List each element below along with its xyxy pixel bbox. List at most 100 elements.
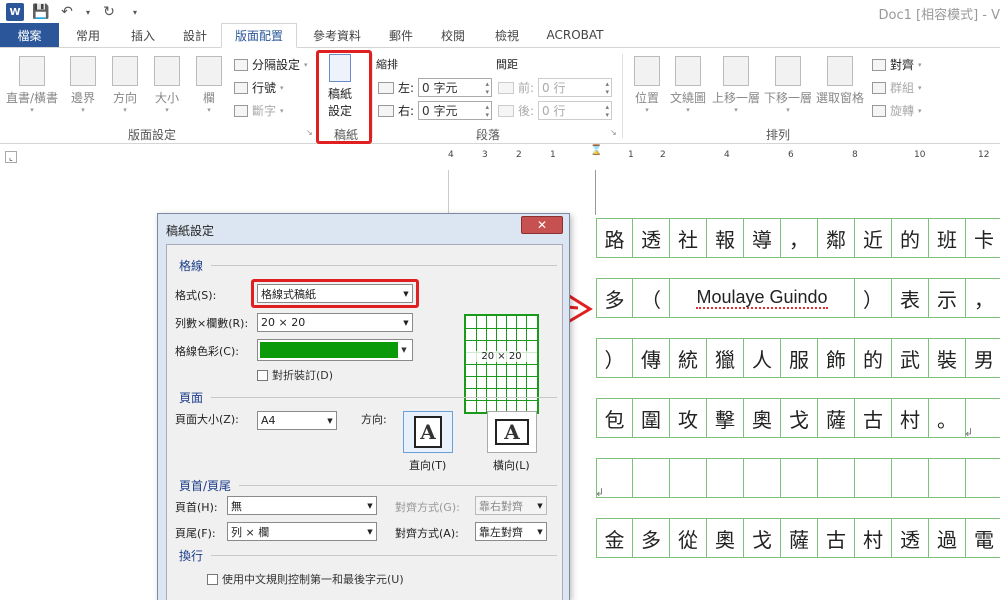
- grid-row[interactable]: [596, 458, 1000, 498]
- page-setup-launcher-icon[interactable]: ↘: [306, 128, 313, 137]
- grid-cell[interactable]: 表: [892, 279, 929, 317]
- grid-cell[interactable]: 報: [707, 219, 744, 257]
- grid-cell[interactable]: 飾: [818, 339, 855, 377]
- grid-cell[interactable]: [818, 459, 855, 497]
- text-direction-button[interactable]: 直書/橫書 ▾: [6, 56, 58, 114]
- undo-icon[interactable]: ↶: [58, 3, 76, 21]
- grid-cell[interactable]: 的: [855, 339, 892, 377]
- tab-references[interactable]: 參考資料: [297, 23, 377, 47]
- grid-cell[interactable]: 過: [929, 519, 966, 557]
- grid-cell[interactable]: 裝: [929, 339, 966, 377]
- grid-cell[interactable]: 近: [855, 219, 892, 257]
- grid-cell[interactable]: 社: [670, 219, 707, 257]
- spinner-arrows-icon[interactable]: ▴ ▾: [605, 80, 611, 96]
- grid-cell[interactable]: 導: [744, 219, 781, 257]
- grid-cell[interactable]: [966, 459, 1000, 497]
- horizontal-ruler[interactable]: 4 3 2 1 ⌛ 1 2 4 6 8 10 12: [448, 145, 1000, 163]
- latin-text-cell[interactable]: Moulaye Guindo: [670, 279, 855, 317]
- grid-cell[interactable]: [892, 459, 929, 497]
- grid-cell[interactable]: [670, 459, 707, 497]
- footer-align-select[interactable]: 靠左對齊 ▼: [475, 522, 547, 541]
- bring-forward-button[interactable]: 上移一層 ▾: [712, 56, 760, 114]
- grid-cell[interactable]: 服: [781, 339, 818, 377]
- group-button[interactable]: 群組 ▾: [872, 79, 922, 96]
- selection-pane-button[interactable]: 選取窗格: [816, 56, 864, 106]
- grid-cell[interactable]: 村: [892, 399, 929, 437]
- grid-cell[interactable]: 鄰: [818, 219, 855, 257]
- grid-cell[interactable]: 戈: [781, 399, 818, 437]
- grid-cell[interactable]: 男: [966, 339, 1000, 377]
- close-button[interactable]: ✕: [521, 216, 563, 234]
- grid-cell[interactable]: 金: [596, 519, 633, 557]
- grid-cell[interactable]: 奧: [707, 519, 744, 557]
- tab-view[interactable]: 檢視: [481, 23, 533, 47]
- spacing-before-input[interactable]: 0 行 ▴ ▾: [538, 78, 612, 97]
- grid-cell[interactable]: 獵: [707, 339, 744, 377]
- indent-right-input[interactable]: 0 字元 ▴ ▾: [418, 101, 492, 120]
- grid-cell[interactable]: 薩: [818, 399, 855, 437]
- save-icon[interactable]: 💾: [32, 3, 50, 21]
- rotate-button[interactable]: 旋轉 ▾: [872, 102, 922, 119]
- checkbox-box[interactable]: [207, 573, 218, 585]
- grid-cell[interactable]: [929, 459, 966, 497]
- grid-cell[interactable]: ，: [781, 219, 818, 257]
- grid-row[interactable]: ）傳統獵人服飾的武裝男: [596, 338, 1000, 378]
- indent-marker-icon[interactable]: ⌛: [590, 145, 602, 156]
- breaks-button[interactable]: 分隔設定 ▾: [234, 56, 308, 73]
- align-button[interactable]: 對齊 ▾: [872, 56, 922, 73]
- page-size-select[interactable]: A4 ▼: [257, 411, 337, 430]
- grid-cell[interactable]: 的: [892, 219, 929, 257]
- customize-qat-icon[interactable]: ▾: [126, 3, 144, 21]
- grid-color-picker[interactable]: ▼: [257, 339, 413, 361]
- grid-cell[interactable]: 村: [855, 519, 892, 557]
- grid-row[interactable]: 多（Moulaye Guindo）表示，一: [596, 278, 1000, 318]
- size-button[interactable]: 大小 ▾: [154, 56, 180, 114]
- columns-button[interactable]: 欄 ▾: [196, 56, 222, 114]
- paragraph-launcher-icon[interactable]: ↘: [610, 128, 617, 137]
- grid-cell[interactable]: （: [633, 279, 670, 317]
- spinner-arrows-icon[interactable]: ▴ ▾: [485, 103, 491, 119]
- grid-cell[interactable]: 透: [633, 219, 670, 257]
- grid-cell[interactable]: [707, 459, 744, 497]
- grid-cell[interactable]: 薩: [781, 519, 818, 557]
- grid-cell[interactable]: 多: [633, 519, 670, 557]
- word-logo-icon[interactable]: W: [6, 3, 24, 21]
- header-align-select[interactable]: 靠右對齊 ▼: [475, 496, 547, 515]
- spinner-arrows-icon[interactable]: ▴ ▾: [485, 80, 491, 96]
- orientation-button[interactable]: 方向 ▾: [112, 56, 138, 114]
- grid-cell[interactable]: ，: [966, 279, 1000, 317]
- redo-icon[interactable]: ↻: [100, 3, 118, 21]
- spacing-after-input[interactable]: 0 行 ▴ ▾: [538, 101, 612, 120]
- margins-button[interactable]: 邊界 ▾: [70, 56, 96, 114]
- rows-cols-select[interactable]: 20 × 20 ▼: [257, 313, 413, 332]
- grid-cell[interactable]: [855, 459, 892, 497]
- grid-cell[interactable]: 從: [670, 519, 707, 557]
- grid-cell[interactable]: 攻: [670, 399, 707, 437]
- grid-cell[interactable]: 戈: [744, 519, 781, 557]
- tab-acrobat[interactable]: ACROBAT: [533, 23, 617, 47]
- hyphenation-button[interactable]: 斷字 ▾: [234, 102, 284, 119]
- indent-left-input[interactable]: 0 字元 ▴ ▾: [418, 78, 492, 97]
- grid-cell[interactable]: 圍: [633, 399, 670, 437]
- grid-cell[interactable]: 卡: [966, 219, 1000, 257]
- grid-cell[interactable]: 電: [966, 519, 1000, 557]
- grid-cell[interactable]: 。: [929, 399, 966, 437]
- grid-cell[interactable]: 示: [929, 279, 966, 317]
- grid-row[interactable]: 金多從奧戈薩古村透過電: [596, 518, 1000, 558]
- grid-cell[interactable]: ）: [596, 339, 633, 377]
- grid-row[interactable]: 包圍攻擊奧戈薩古村。: [596, 398, 1000, 438]
- send-backward-button[interactable]: 下移一層 ▾: [764, 56, 812, 114]
- spinner-arrows-icon[interactable]: ▴ ▾: [605, 103, 611, 119]
- grid-row[interactable]: 路透社報導，鄰近的班卡: [596, 218, 1000, 258]
- fold-binding-checkbox[interactable]: 對折裝訂(D): [257, 367, 333, 383]
- header-select[interactable]: 無 ▼: [227, 496, 377, 515]
- tab-layout[interactable]: 版面配置: [221, 23, 297, 48]
- checkbox-box[interactable]: [257, 369, 268, 381]
- tab-design[interactable]: 設計: [169, 23, 221, 47]
- grid-cell[interactable]: 古: [855, 399, 892, 437]
- grid-cell[interactable]: [744, 459, 781, 497]
- undo-dropdown-icon[interactable]: ▾: [84, 3, 92, 21]
- grid-cell[interactable]: 班: [929, 219, 966, 257]
- tab-mailings[interactable]: 郵件: [377, 23, 425, 47]
- line-numbers-button[interactable]: 行號 ▾: [234, 79, 284, 96]
